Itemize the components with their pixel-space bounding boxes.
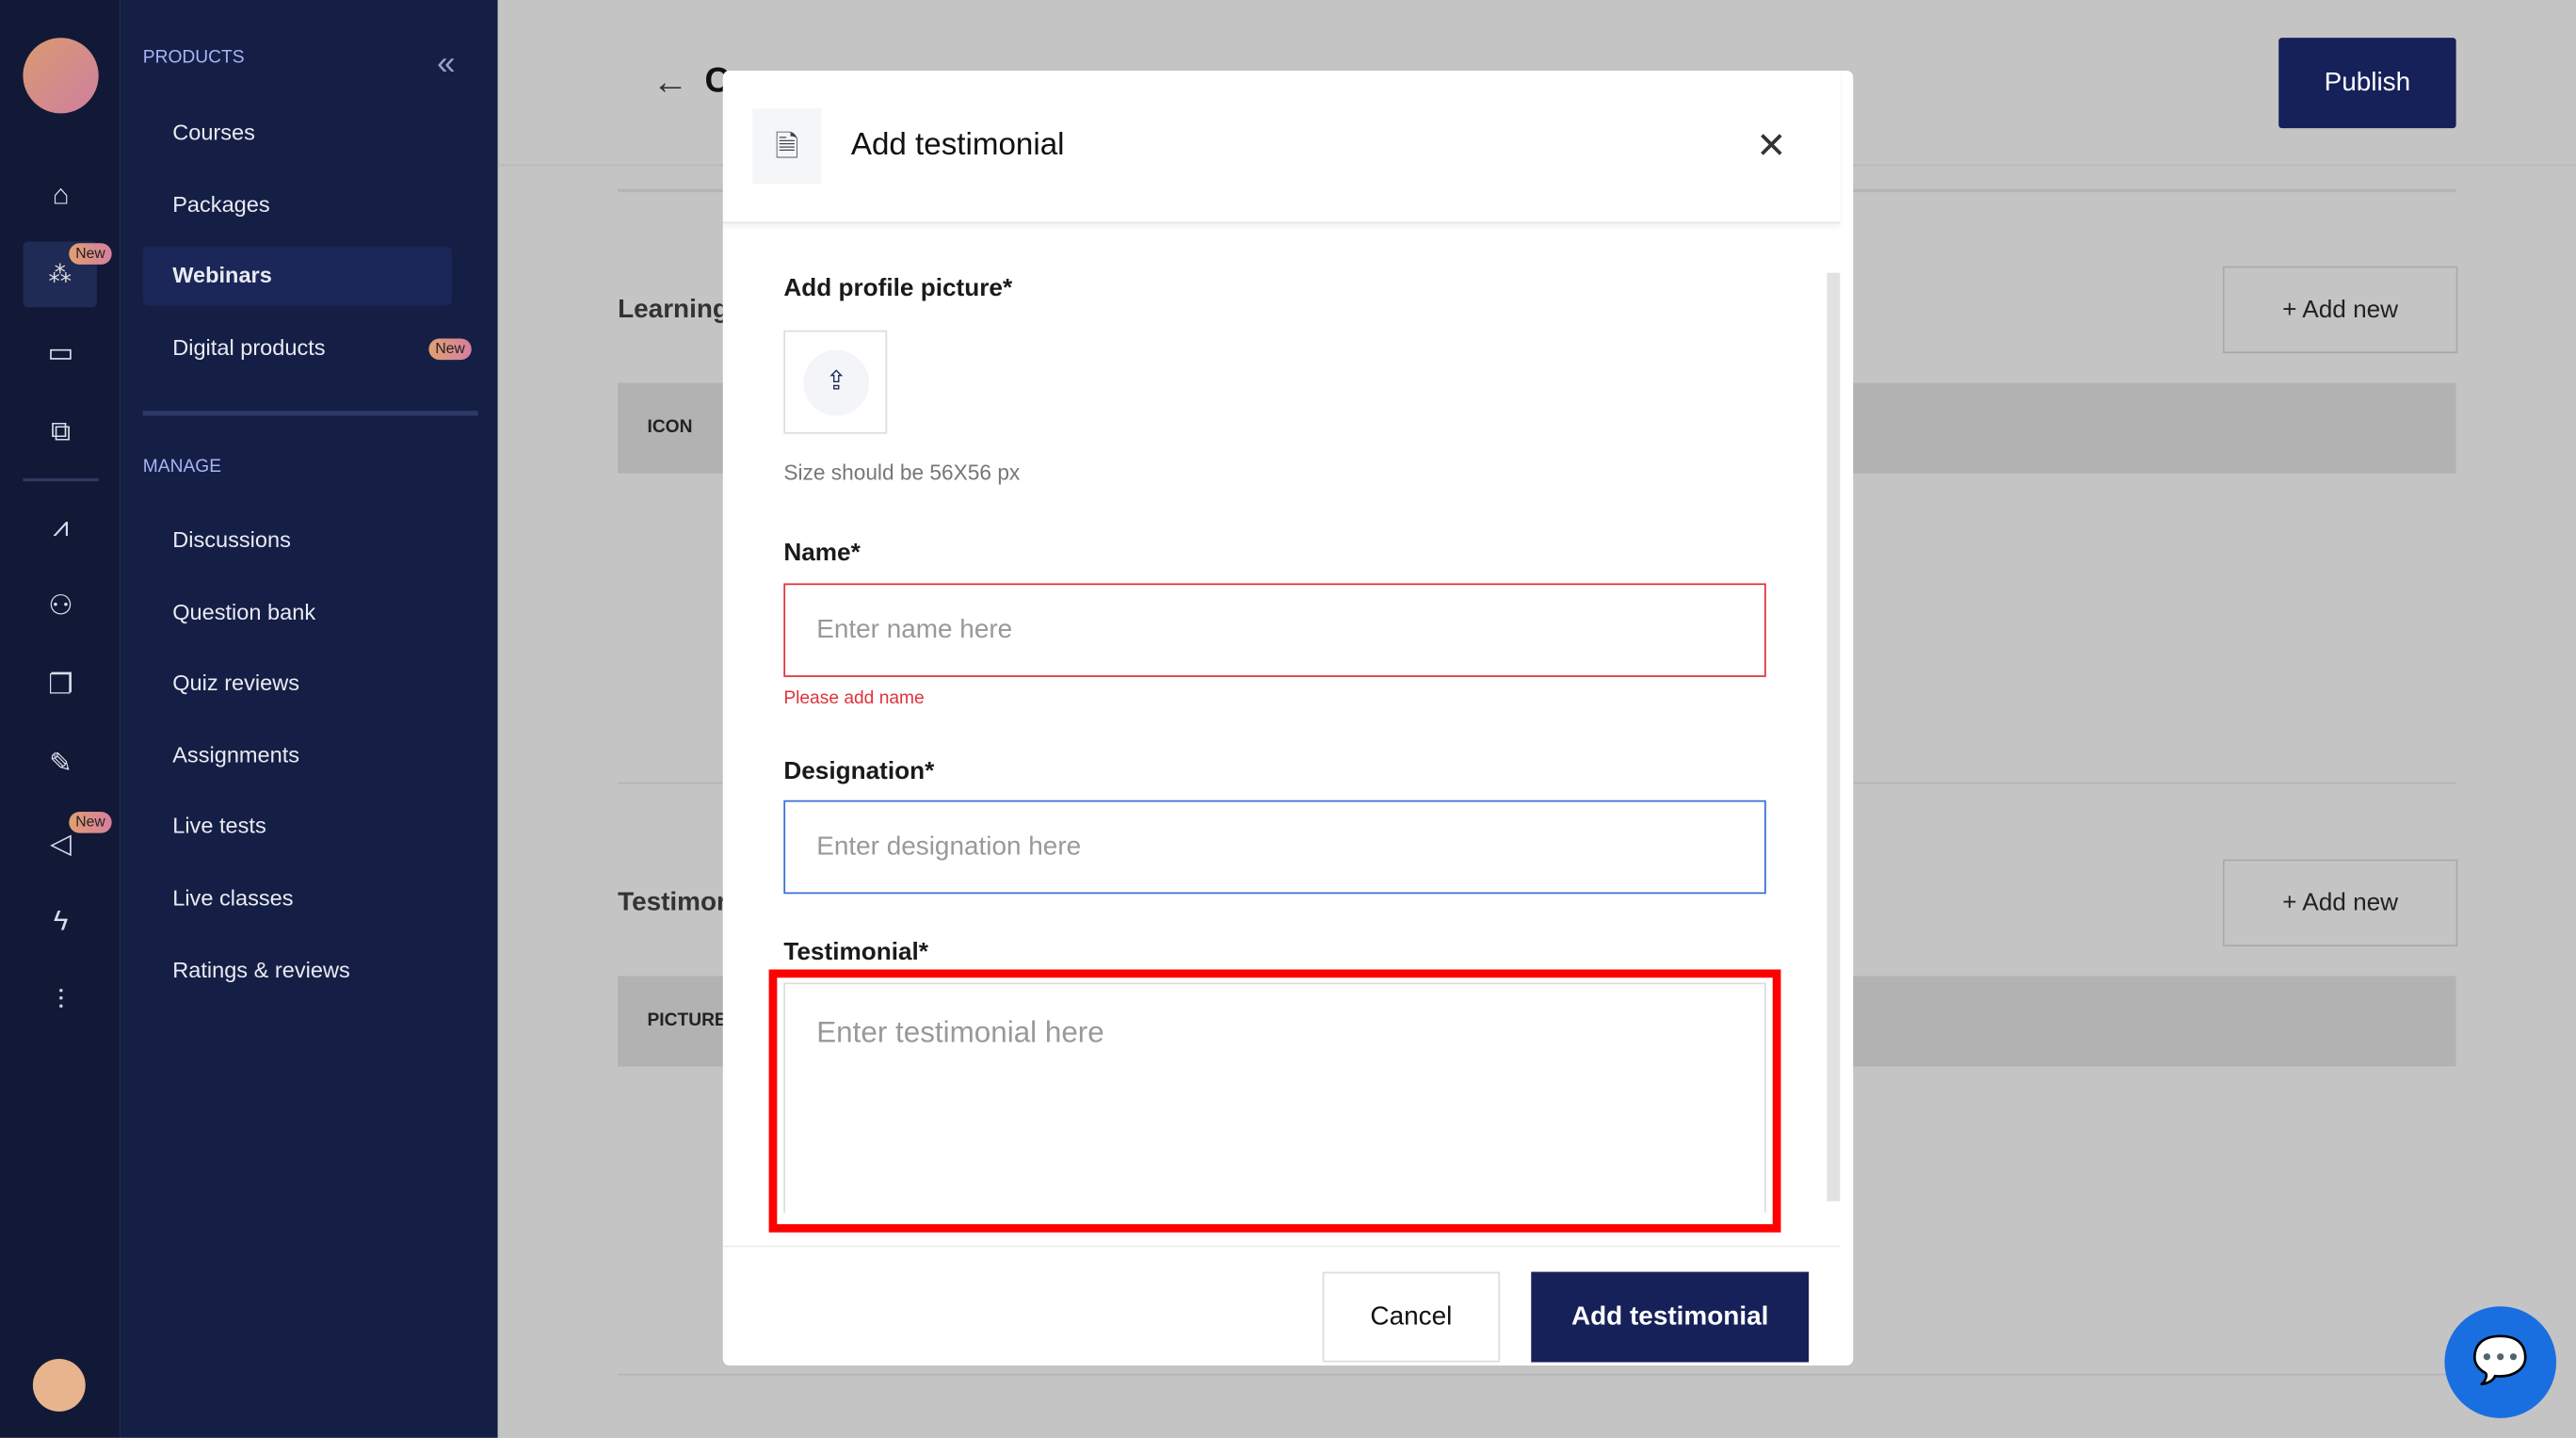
chat-icon[interactable]: ⧉ [40,411,82,453]
size-hint: Size should be 56X56 px [783,460,1021,485]
back-arrow-icon[interactable]: ← [652,61,688,104]
sidebar-item-assignments[interactable]: Assignments [143,726,452,785]
sidebar-item-digital-products[interactable]: Digital products [143,319,452,379]
tools-icon[interactable]: ✎ [40,743,82,785]
add-new-button[interactable]: + Add new [2222,859,2458,947]
sidebar: PRODUCTS « Courses Packages Webinars Dig… [120,0,498,1438]
collapse-icon[interactable]: « [437,46,455,84]
analytics-icon[interactable]: ⩘ [40,506,82,548]
new-badge: New [69,811,112,833]
avatar[interactable] [32,1359,86,1412]
sidebar-item-packages[interactable]: Packages [143,176,452,235]
add-testimonial-button[interactable]: Add testimonial [1531,1271,1810,1363]
sidebar-item-question-bank[interactable]: Question bank [143,583,452,642]
upload-picture-button[interactable]: ⇪ [783,330,888,434]
cancel-button[interactable]: Cancel [1322,1271,1501,1363]
close-icon[interactable]: ✕ [1756,125,1786,168]
publish-button[interactable]: Publish [2278,38,2456,129]
name-label: Name* [783,539,861,567]
chat-widget-button[interactable]: 💬 [2444,1306,2557,1418]
home-icon[interactable]: ⌂ [40,174,82,217]
sidebar-item-webinars[interactable]: Webinars [142,246,452,306]
divider [142,411,478,416]
learning-heading: Learning [618,296,729,324]
logo[interactable] [23,38,99,114]
settings-sliders-icon[interactable]: ⫶ [40,979,82,1022]
sidebar-item-live-tests[interactable]: Live tests [143,797,452,856]
ticket-icon[interactable]: ▭ [40,331,82,374]
sidebar-item-discussions[interactable]: Discussions [143,511,452,571]
testimonials-heading: Testimor [618,888,727,917]
sidebar-item-ratings-reviews[interactable]: Ratings & reviews [143,942,452,1001]
testimonial-label: Testimonial* [783,938,929,967]
manage-section-label: MANAGE [142,457,222,477]
rail-divider [23,477,99,482]
new-badge: New [428,338,472,361]
designation-label: Designation* [783,757,935,786]
products-section-label: PRODUCTS [142,47,245,68]
column-header: PICTURE [647,1010,727,1031]
profile-picture-label: Add profile picture* [783,274,1013,303]
icon-rail: ⌂ ⁂ New ▭ ⧉ ⩘ ⚇ ❐ ✎ ◁ New ϟ ⫶ [0,0,121,1438]
bolt-icon[interactable]: ϟ [40,900,82,943]
scrollbar[interactable] [1827,272,1841,1202]
column-header: ICON [647,417,693,438]
sidebar-item-live-classes[interactable]: Live classes [143,869,452,929]
sidebar-item-courses[interactable]: Courses [143,104,452,163]
upload-icon: ⇪ [803,349,870,416]
name-input[interactable]: Enter name here [783,583,1766,677]
add-new-button[interactable]: + Add new [2222,266,2458,354]
copy-icon[interactable]: ❐ [40,664,82,706]
modal-title: Add testimonial [850,128,1065,163]
add-testimonial-modal: 🗎 Add testimonial ✕ Add profile picture*… [722,71,1854,1366]
new-badge: New [69,243,112,265]
document-icon: 🗎 [752,108,822,185]
sidebar-item-quiz-reviews[interactable]: Quiz reviews [143,654,452,713]
name-error: Please add name [783,688,925,709]
testimonial-textarea[interactable]: Enter testimonial here [783,982,1766,1213]
designation-input[interactable]: Enter designation here [783,800,1766,895]
users-icon[interactable]: ⚇ [40,585,82,627]
